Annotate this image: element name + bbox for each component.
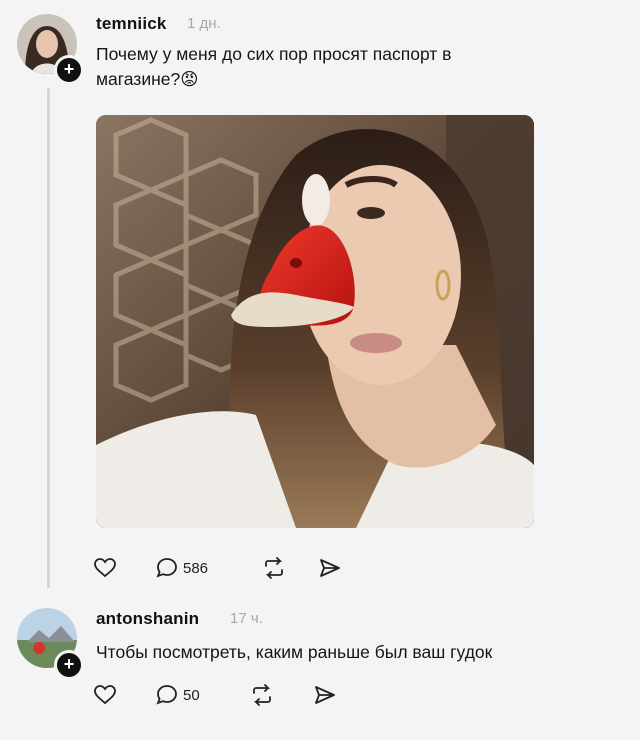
send-icon	[320, 559, 340, 577]
post-reply-count: 586	[183, 559, 209, 577]
like-button[interactable]	[93, 556, 117, 580]
send-icon	[315, 686, 335, 704]
thread-line	[47, 88, 50, 588]
reply-text: Чтобы посмотреть, каким раньше был ваш г…	[96, 642, 493, 662]
reply-repost-button[interactable]	[250, 683, 274, 707]
follow-plus-icon[interactable]: +	[54, 55, 84, 85]
reply-reply-count: 50	[183, 686, 200, 704]
reply-comment-button[interactable]: 50	[155, 683, 200, 707]
reply-username[interactable]: antonshanin	[96, 609, 199, 629]
reply-like-button[interactable]	[93, 683, 117, 707]
follow-plus-icon-reply[interactable]: +	[54, 650, 84, 680]
post-username[interactable]: temniick	[96, 14, 167, 34]
reply-share-button[interactable]	[313, 683, 337, 707]
heart-icon	[94, 685, 116, 705]
post-timestamp: 1 дн.	[187, 15, 221, 32]
share-button[interactable]	[318, 556, 342, 580]
post-text-line2: магазине?😡	[96, 69, 199, 89]
comment-bubble-icon	[156, 558, 177, 578]
comment-button[interactable]: 586	[155, 556, 208, 580]
repost-icon	[265, 557, 283, 579]
repost-button[interactable]	[262, 556, 286, 580]
post-text-line1: Почему у меня до сих пор просят паспорт …	[96, 44, 452, 64]
repost-icon	[253, 684, 271, 706]
reply-timestamp: 17 ч.	[230, 610, 263, 627]
heart-icon	[94, 558, 116, 578]
post-photo[interactable]	[96, 115, 534, 528]
comment-bubble-icon	[156, 685, 177, 705]
post-text: Почему у меня до сих пор просят паспорт …	[96, 42, 596, 92]
